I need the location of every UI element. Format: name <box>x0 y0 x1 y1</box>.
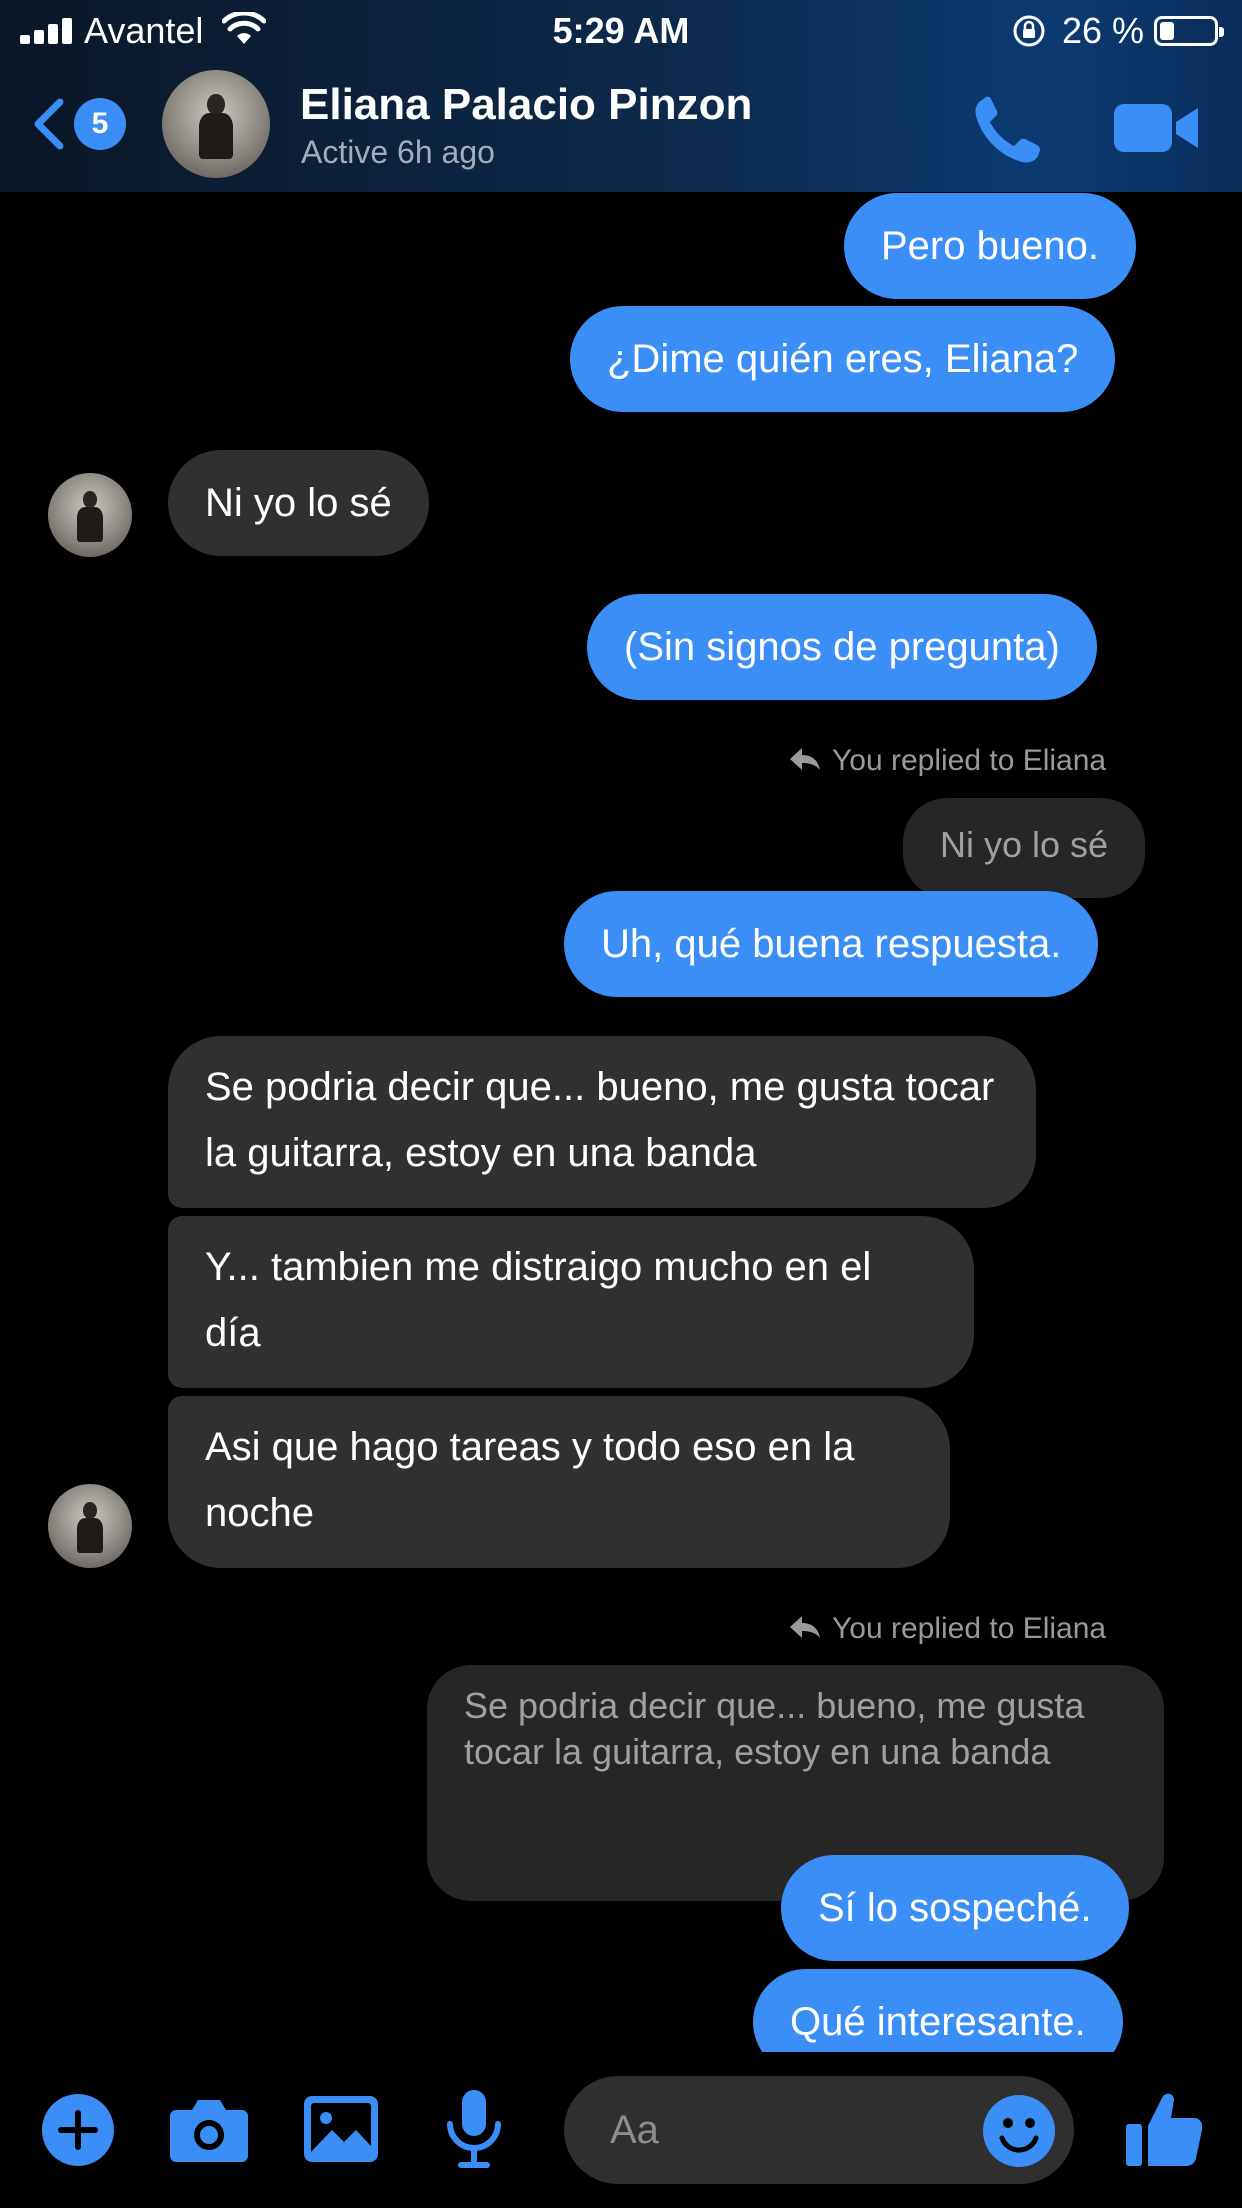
outgoing-message[interactable]: Pero bueno. <box>844 193 1136 299</box>
incoming-message[interactable]: Ni yo lo sé <box>168 450 429 556</box>
incoming-message[interactable]: Se podria decir que... bueno, me gusta t… <box>168 1036 1036 1208</box>
camera-icon[interactable] <box>170 2096 248 2162</box>
incoming-message[interactable]: Y... tambien me distraigo mucho en el dí… <box>168 1216 974 1388</box>
reply-label-text: You replied to Eliana <box>832 744 1107 777</box>
outgoing-message[interactable]: (Sin signos de pregunta) <box>587 594 1097 700</box>
battery-percent: 26 % <box>1062 10 1145 51</box>
video-camera-icon[interactable] <box>1114 100 1198 156</box>
microphone-icon[interactable] <box>446 2090 502 2170</box>
outgoing-message[interactable]: Uh, qué buena respuesta. <box>564 891 1099 997</box>
contact-avatar-small[interactable] <box>48 473 132 557</box>
message-composer <box>0 2052 1242 2208</box>
unread-count-badge: 5 <box>74 98 126 150</box>
plus-circle-icon[interactable] <box>40 2092 116 2168</box>
contact-name[interactable]: Eliana Palacio Pinzon <box>300 80 752 130</box>
status-bar: Avantel 5:29 AM 26 % <box>0 0 1242 60</box>
image-icon[interactable] <box>304 2096 378 2162</box>
incoming-message[interactable]: Asi que hago tareas y todo eso en la noc… <box>168 1396 950 1568</box>
clock: 5:29 AM <box>552 10 690 51</box>
phone-icon[interactable] <box>968 94 1044 166</box>
battery-icon <box>1154 16 1224 46</box>
reply-arrow-icon <box>790 748 820 771</box>
smiley-icon[interactable] <box>982 2094 1056 2168</box>
contact-avatar[interactable] <box>162 70 270 178</box>
contact-active-status: Active 6h ago <box>301 134 495 170</box>
thumbs-up-icon[interactable] <box>1126 2090 1202 2168</box>
reply-indicator: You replied to Eliana <box>788 1612 1106 1646</box>
chevron-left-icon <box>34 98 64 150</box>
conversation-header: Avantel 5:29 AM 26 % 5 Eliana Palacio Pi… <box>0 0 1242 192</box>
reply-indicator: You replied to Eliana <box>788 744 1106 778</box>
outgoing-message[interactable]: Sí lo sospeché. <box>781 1855 1129 1961</box>
reply-arrow-icon <box>790 1616 820 1639</box>
contact-avatar-small[interactable] <box>48 1484 132 1568</box>
back-button[interactable]: 5 <box>30 92 130 156</box>
rotation-lock-icon <box>1013 15 1045 47</box>
reply-label-text: You replied to Eliana <box>832 1612 1107 1645</box>
outgoing-message[interactable]: ¿Dime quién eres, Eliana? <box>570 306 1116 412</box>
quoted-message[interactable]: Ni yo lo sé <box>903 798 1146 898</box>
battery-level-fill <box>1160 22 1174 40</box>
